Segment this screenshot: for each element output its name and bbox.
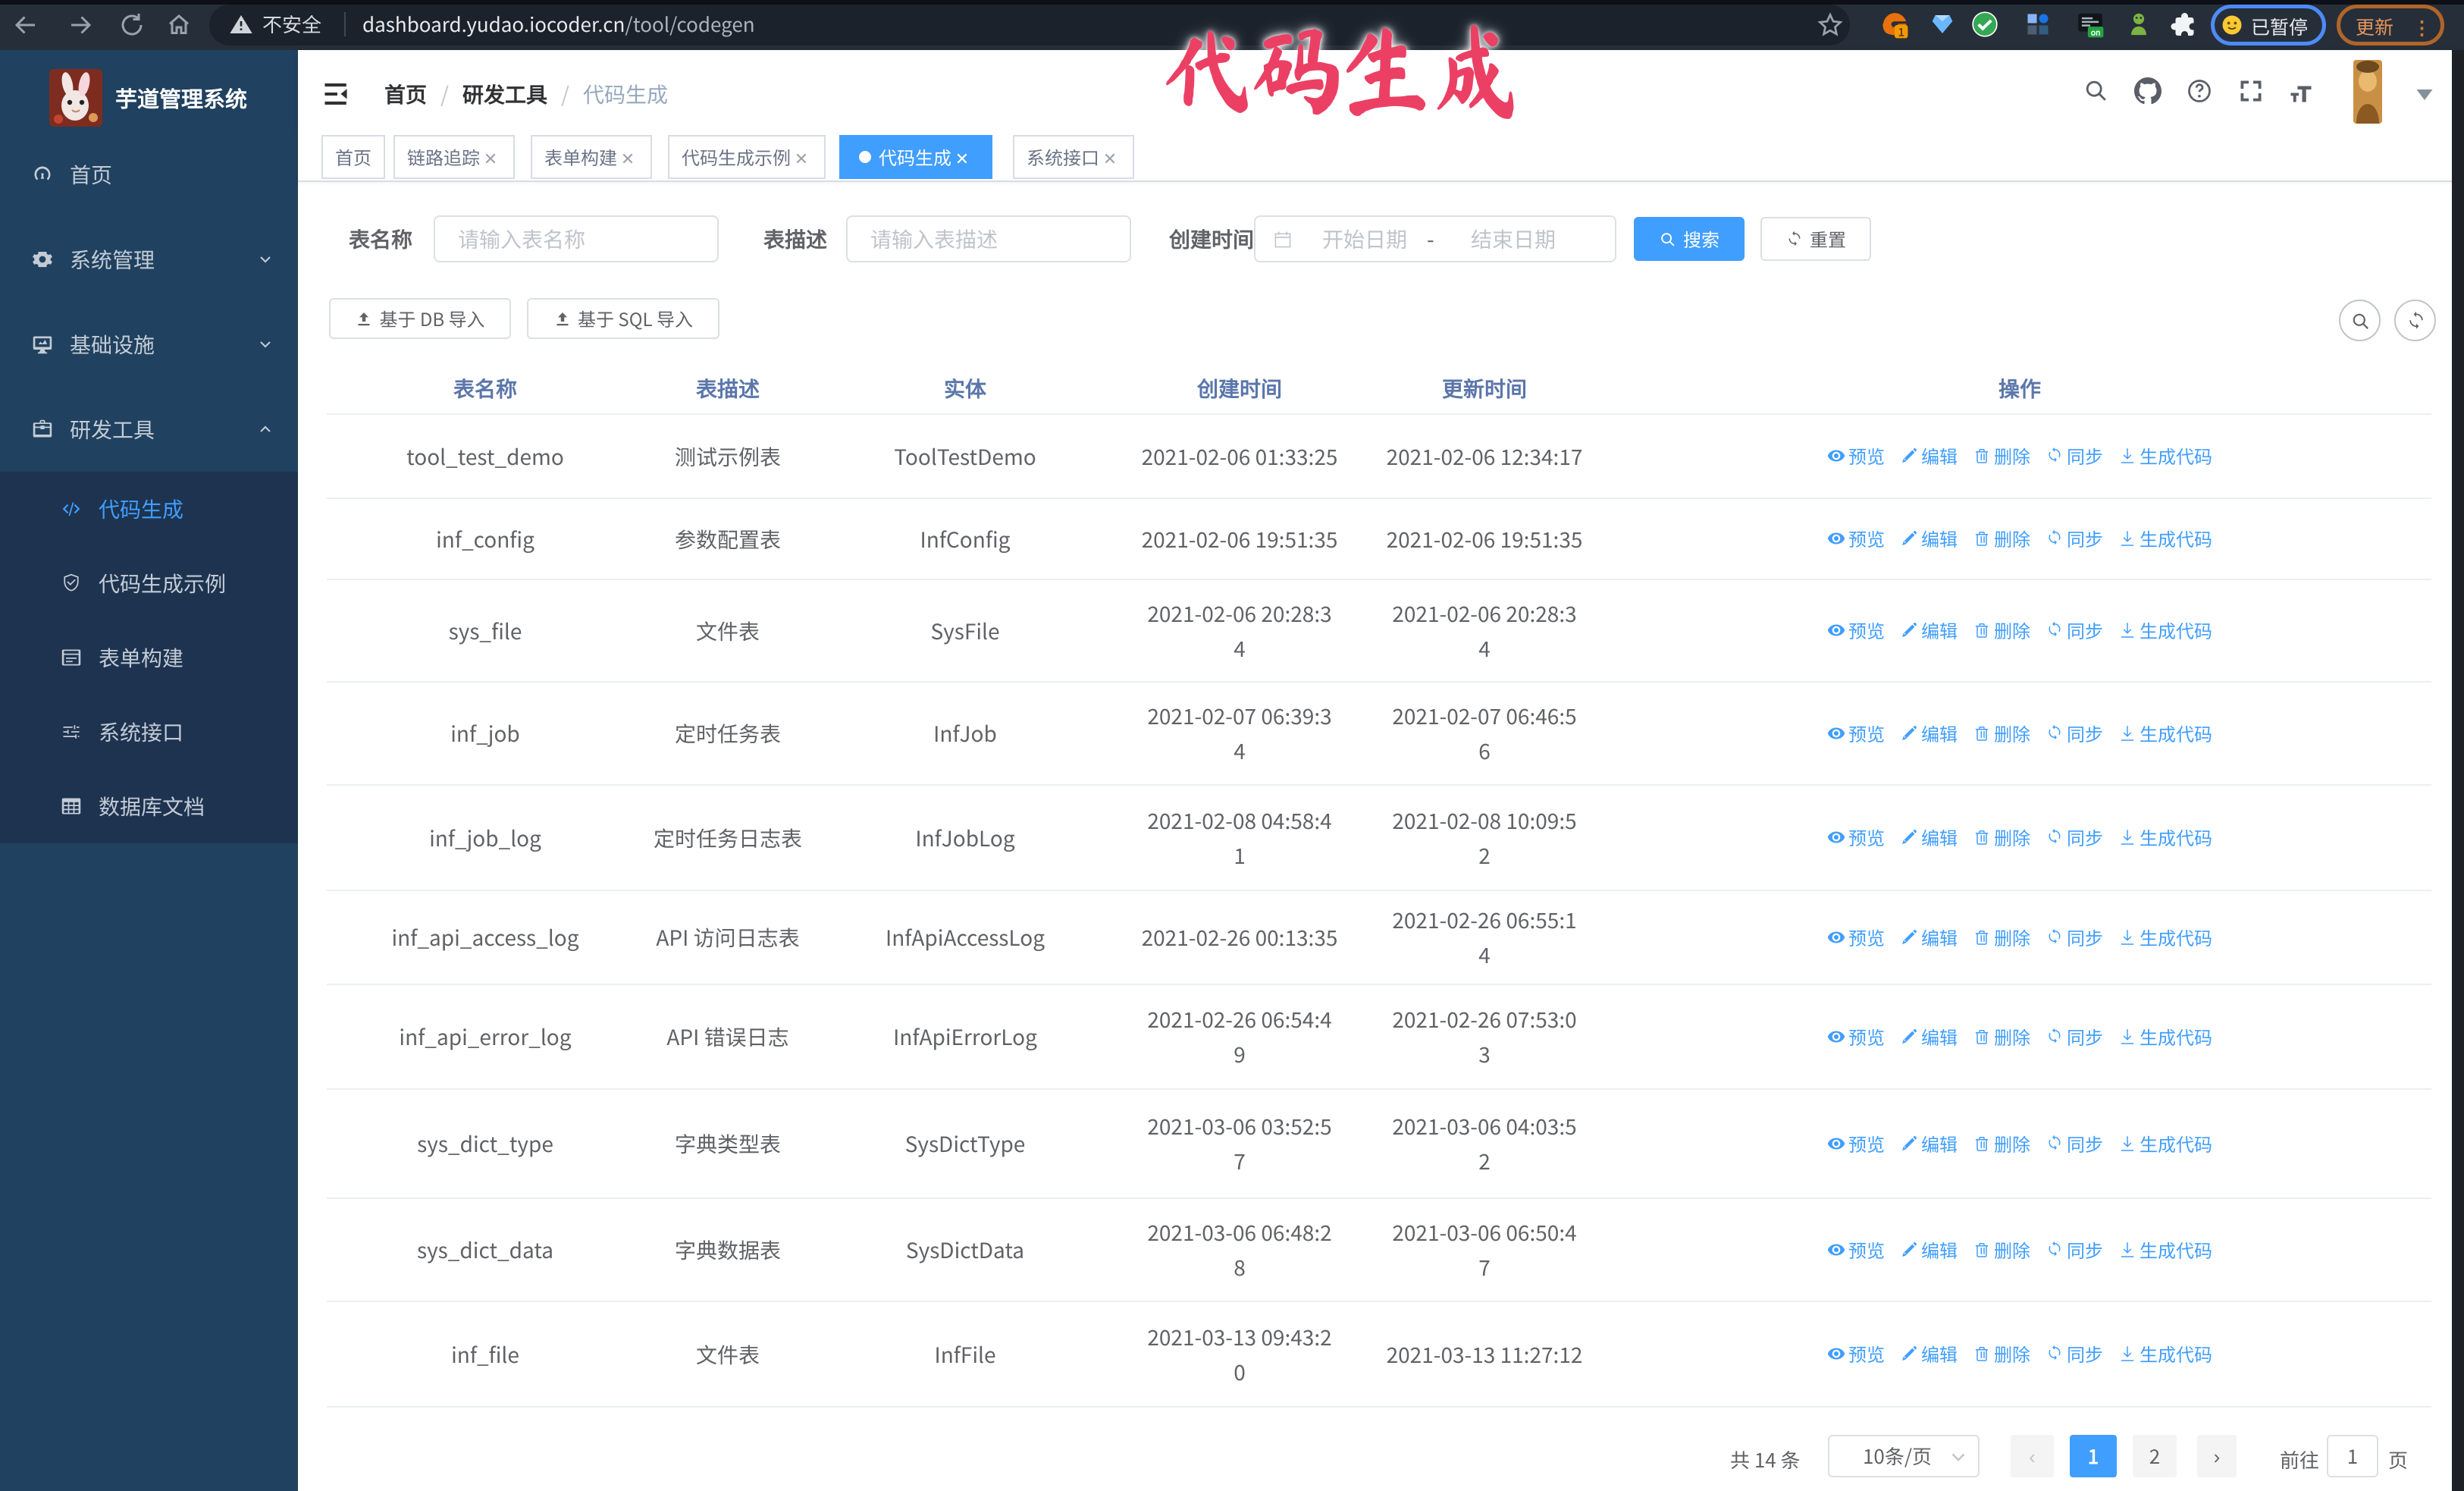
svg-text:1: 1 [1898,24,1904,39]
svg-text:on: on [2091,26,2101,37]
